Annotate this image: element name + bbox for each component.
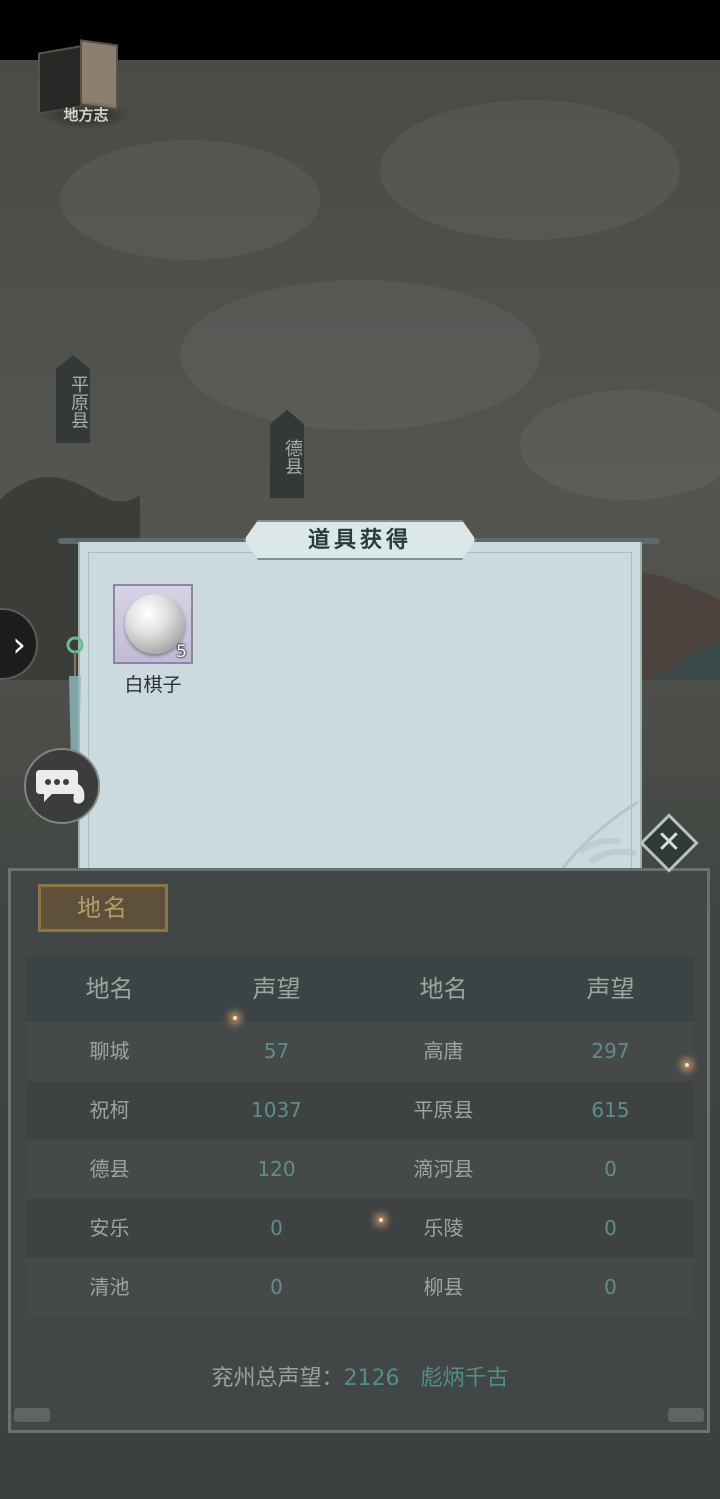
total-value: 2126 xyxy=(343,1366,400,1391)
reputation-cell: 0 xyxy=(604,1157,617,1181)
sparkle-icon xyxy=(379,1218,383,1222)
sparkle-icon xyxy=(233,1016,237,1020)
bamboo-decoration-icon xyxy=(558,800,639,873)
dialog-title: 道具获得 xyxy=(244,520,476,560)
table-row: 安乐 0 乐陵 0 xyxy=(26,1199,694,1258)
map-marker-pingyuan[interactable]: 平原县 xyxy=(56,355,90,443)
place-cell: 平原县 xyxy=(413,1098,474,1122)
chat-button[interactable] xyxy=(24,748,100,824)
place-cell: 德县 xyxy=(89,1157,130,1181)
item-name: 白棋子 xyxy=(124,674,182,696)
close-icon[interactable]: ✕ xyxy=(648,822,690,864)
table-row: 清池 0 柳县 0 xyxy=(26,1258,694,1317)
chat-bubble-icon xyxy=(36,770,85,804)
place-name-tag: 地名 xyxy=(38,884,168,932)
place-cell: 祝柯 xyxy=(89,1098,130,1122)
total-reputation: 兖州总声望：2126 彪炳千古 xyxy=(0,1360,720,1392)
place-cell: 乐陵 xyxy=(423,1216,464,1240)
place-cell: 滴河县 xyxy=(413,1157,474,1181)
local-records-book-button[interactable]: 地方志 xyxy=(30,39,128,130)
place-cell: 聊城 xyxy=(89,1039,130,1063)
item-slot[interactable]: 5 xyxy=(113,584,193,664)
item-quantity: 5 xyxy=(176,642,187,662)
header-reputation-2: 声望 xyxy=(586,975,635,1003)
table-header: 地名 声望 地名 声望 xyxy=(26,956,694,1022)
reputation-cell: 297 xyxy=(591,1039,630,1063)
table-row: 祝柯 1037 平原县 615 xyxy=(26,1081,694,1140)
reputation-cell: 615 xyxy=(591,1098,630,1122)
reputation-cell: 57 xyxy=(263,1039,290,1063)
table-row: 聊城 57 高唐 297 xyxy=(26,1022,694,1081)
place-cell: 高唐 xyxy=(423,1039,464,1063)
total-label: 兖州总声望： xyxy=(211,1366,344,1391)
reputation-cell: 0 xyxy=(604,1216,617,1240)
place-cell: 安乐 xyxy=(89,1216,130,1240)
reputation-cell: 0 xyxy=(270,1275,283,1299)
reputation-cell: 0 xyxy=(604,1275,617,1299)
reputation-cell: 120 xyxy=(257,1157,296,1181)
map-marker-dexian[interactable]: 德县 xyxy=(270,410,304,498)
reputation-table: 地名 声望 地名 声望 聊城 57 高唐 297 祝柯 1037 平原县 615… xyxy=(26,956,694,1317)
place-cell: 柳县 xyxy=(423,1275,464,1299)
jade-tassel-icon xyxy=(66,636,84,766)
table-row: 德县 120 滴河县 0 xyxy=(26,1140,694,1199)
book-label: 地方志 xyxy=(44,102,128,128)
header-place-1: 地名 xyxy=(85,975,134,1003)
header-place-2: 地名 xyxy=(419,975,468,1003)
reputation-title: 彪炳千古 xyxy=(420,1366,509,1391)
reputation-cell: 1037 xyxy=(251,1098,302,1122)
place-cell: 清池 xyxy=(89,1275,130,1299)
header-reputation-1: 声望 xyxy=(252,975,301,1003)
chevron-right-icon: › xyxy=(12,625,26,665)
reputation-cell: 0 xyxy=(270,1216,283,1240)
sparkle-icon xyxy=(685,1063,689,1067)
